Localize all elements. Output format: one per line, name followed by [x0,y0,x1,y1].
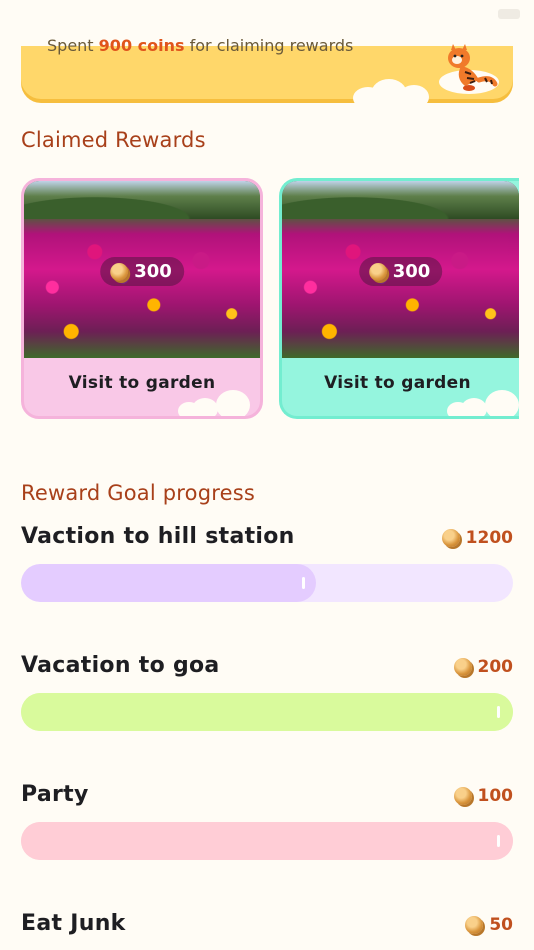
garden-photo: 300 [282,181,519,358]
reward-card[interactable]: 300 Visit to garden [279,178,519,419]
claimed-rewards-title: Claimed Rewards [21,128,206,152]
coins-spent-banner: Spent 900 coins for claiming rewards [21,36,513,109]
goal-name: Eat Junk [21,911,126,936]
progress-handle [302,577,305,589]
coin-amount: 300 [392,261,431,282]
progress-handle [497,706,500,718]
coin-icon [465,916,484,934]
goal-coin-amount: 1200 [465,528,513,548]
coin-badge: 300 [100,257,184,286]
goal-coins: 100 [453,786,514,806]
tiger-mascot-icon [439,44,499,94]
reward-goal-progress-title: Reward Goal progress [21,481,256,505]
progress-fill [21,564,316,602]
cloud-decoration [439,390,519,416]
progress-track [21,693,513,731]
banner-text: Spent 900 coins for claiming rewards [47,36,353,55]
garden-photo: 300 [24,181,260,358]
progress-fill [21,822,513,860]
goal-row[interactable]: Vaction to hill station 1200 [21,524,513,604]
coin-icon [368,262,387,281]
reward-card[interactable]: 300 Visit to garden [21,178,263,419]
status-bar [0,0,534,30]
coin-amount: 300 [134,261,172,282]
goal-name: Party [21,782,89,807]
goal-row[interactable]: Party 100 [21,782,513,862]
goal-coins: 1200 [441,528,513,548]
goal-row[interactable]: Eat Junk 50 [21,911,513,950]
banner-suffix: for claiming rewards [189,36,354,55]
progress-handle [497,835,500,847]
coin-icon [453,787,472,805]
goal-coin-amount: 200 [477,657,514,677]
goal-coin-amount: 100 [477,786,514,806]
cloud-decoration [170,390,260,416]
progress-track [21,564,513,602]
goal-coins: 200 [453,657,514,677]
goal-coin-amount: 50 [489,915,513,935]
banner-coins: 900 coins [98,36,185,55]
banner-prefix: Spent [47,36,94,55]
goal-coins: 50 [465,915,513,935]
goal-name: Vacation to goa [21,653,220,678]
goal-row[interactable]: Vacation to goa 200 [21,653,513,733]
goal-name: Vaction to hill station [21,524,295,549]
coin-badge: 300 [358,257,443,286]
battery-icon [498,9,520,19]
coin-icon [110,262,129,281]
coin-icon [441,529,460,547]
progress-track [21,822,513,860]
coin-icon [453,658,472,676]
progress-fill [21,693,513,731]
